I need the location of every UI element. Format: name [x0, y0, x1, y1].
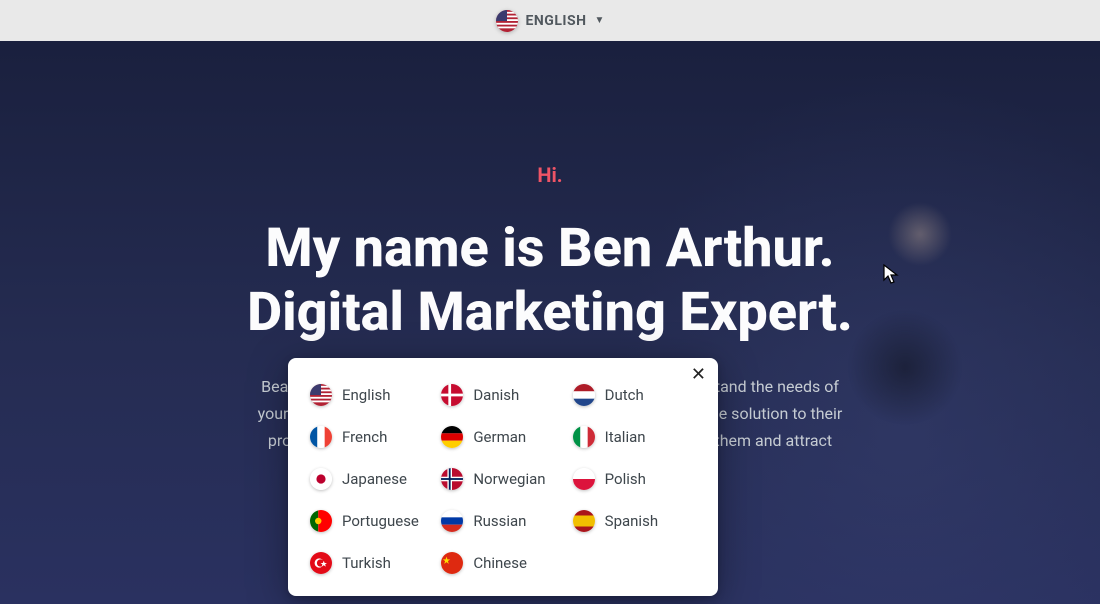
close-icon[interactable]: ✕: [689, 364, 708, 386]
language-option-label: Dutch: [605, 386, 644, 404]
language-grid: English Danish Dutch French German Italian Jap…: [310, 382, 696, 576]
language-option-label: Spanish: [605, 512, 658, 530]
language-option-de[interactable]: German: [441, 424, 564, 450]
language-option-nl[interactable]: Dutch: [573, 382, 696, 408]
language-option-it[interactable]: Italian: [573, 424, 696, 450]
language-option-us[interactable]: English: [310, 382, 433, 408]
flag-icon: [310, 552, 332, 574]
flag-icon: [441, 510, 463, 532]
language-option-tr[interactable]: Turkish: [310, 550, 433, 576]
language-option-fr[interactable]: French: [310, 424, 433, 450]
flag-icon: [310, 510, 332, 532]
hero-headline: My name is Ben Arthur. Digital Marketing…: [247, 217, 853, 344]
flag-icon: [441, 552, 463, 574]
language-option-label: German: [473, 428, 526, 446]
language-option-label: Portuguese: [342, 512, 419, 530]
flag-icon: [310, 468, 332, 490]
flag-icon: [573, 384, 595, 406]
flag-icon: [441, 384, 463, 406]
language-option-label: Chinese: [473, 554, 527, 572]
language-option-label: French: [342, 428, 387, 446]
flag-icon: [441, 468, 463, 490]
language-option-label: English: [342, 386, 391, 404]
language-option-ru[interactable]: Russian: [441, 508, 564, 534]
language-option-label: Japanese: [342, 470, 407, 488]
language-option-label: Danish: [473, 386, 519, 404]
flag-icon: [573, 468, 595, 490]
flag-icon: [573, 510, 595, 532]
flag-icon: [310, 426, 332, 448]
language-option-jp[interactable]: Japanese: [310, 466, 433, 492]
language-selector-label: ENGLISH: [526, 13, 587, 29]
language-selector[interactable]: ENGLISH ▼: [488, 6, 613, 36]
language-option-label: Russian: [473, 512, 526, 530]
language-option-cn[interactable]: Chinese: [441, 550, 564, 576]
chevron-down-icon: ▼: [595, 15, 605, 26]
language-option-label: Polish: [605, 470, 646, 488]
language-modal: ✕ English Danish Dutch French German Italian J…: [288, 358, 718, 596]
language-option-label: Turkish: [342, 554, 391, 572]
language-option-label: Italian: [605, 428, 646, 446]
language-option-pl[interactable]: Polish: [573, 466, 696, 492]
language-option-pt[interactable]: Portuguese: [310, 508, 433, 534]
language-option-label: Norwegian: [473, 470, 545, 488]
flag-icon: [310, 384, 332, 406]
topbar: ENGLISH ▼: [0, 0, 1100, 41]
flag-icon: [496, 10, 518, 32]
flag-icon: [441, 426, 463, 448]
language-option-es[interactable]: Spanish: [573, 508, 696, 534]
language-option-no[interactable]: Norwegian: [441, 466, 564, 492]
hero-greeting: Hi.: [537, 163, 562, 187]
language-option-dk[interactable]: Danish: [441, 382, 564, 408]
flag-icon: [573, 426, 595, 448]
